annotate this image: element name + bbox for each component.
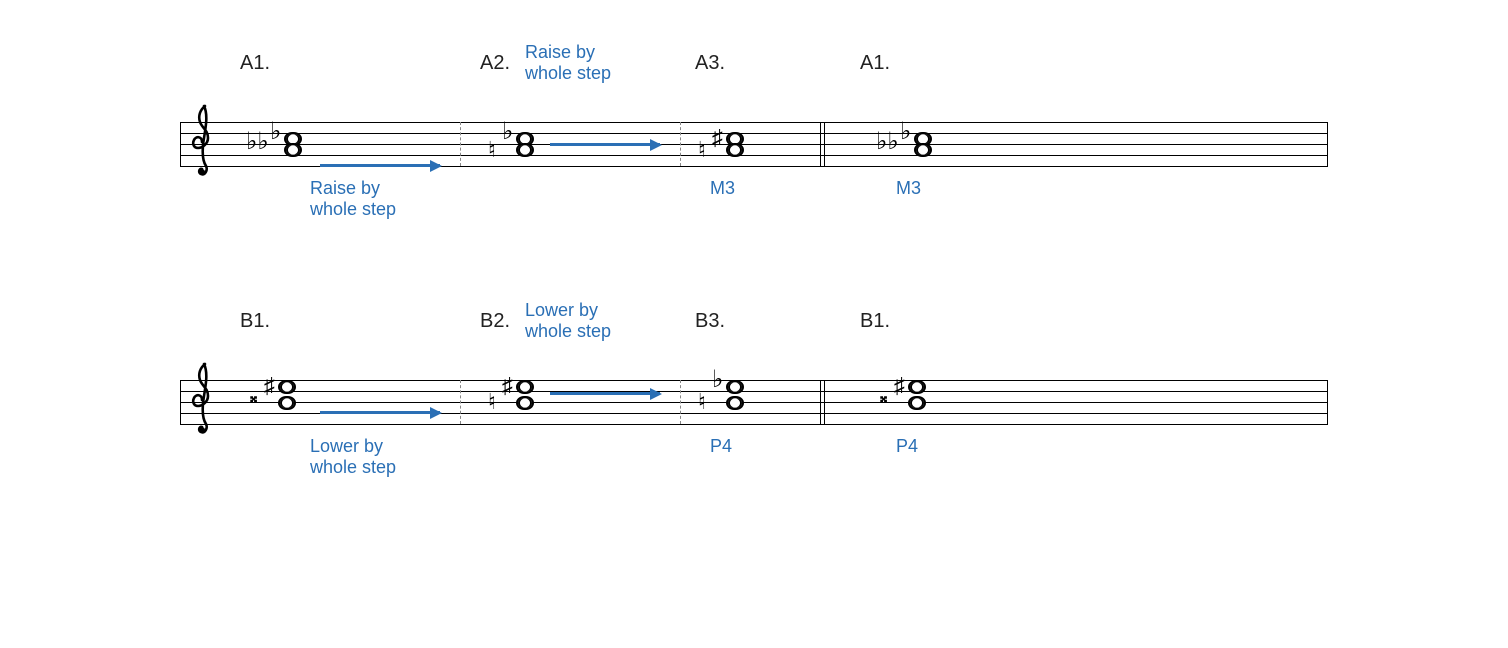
whole-note-icon (726, 380, 744, 394)
whole-note-icon (726, 396, 744, 410)
barline (180, 380, 181, 424)
whole-note-icon (278, 380, 296, 394)
arrow-icon (550, 143, 660, 146)
whole-note-icon (516, 380, 534, 394)
barline-double (820, 380, 821, 424)
instruction-a-top: Raise by whole step (525, 42, 611, 83)
arrow-icon (320, 411, 440, 414)
whole-note-icon (516, 396, 534, 410)
whole-note-icon (908, 380, 926, 394)
step-label-a1b: A1. (860, 52, 890, 75)
barline-double (820, 122, 821, 166)
whole-note-icon (914, 143, 932, 157)
barline-end (1327, 122, 1328, 166)
instruction-a-bottom: Raise by whole step (310, 178, 396, 219)
labels-row-a: A1. A2. Raise by whole step A3. A1. (180, 30, 1328, 90)
treble-clef-icon (188, 362, 222, 445)
barline-dashed (680, 122, 682, 166)
barline-dashed (680, 380, 682, 424)
whole-note-icon (726, 143, 744, 157)
barline-end (1327, 380, 1328, 424)
arrow-icon (320, 164, 440, 167)
staff-lines-a (180, 122, 1328, 166)
whole-note-icon (278, 396, 296, 410)
example-b: B1. B2. Lower by whole step B3. B1. 𝄪 ♯ (180, 288, 1328, 466)
staff-lines-b (180, 380, 1328, 424)
interval-label-a1r: M3 (896, 178, 921, 199)
step-label-b2: B2. (480, 310, 510, 333)
interval-label-b1r: P4 (896, 436, 918, 457)
interval-label-b3: P4 (710, 436, 732, 457)
step-label-a2: A2. (480, 52, 510, 75)
barline-dashed (460, 122, 462, 166)
step-label-b1b: B1. (860, 310, 890, 333)
whole-note-icon (516, 143, 534, 157)
step-label-b1: B1. (240, 310, 270, 333)
barline-dashed (460, 380, 462, 424)
interval-label-a3: M3 (710, 178, 735, 199)
staff-a: ♭♭ ♭ Raise by whole step ♮ ♭ ♮ ♯ M3 ♭ (180, 98, 1328, 208)
barline (180, 122, 181, 166)
step-label-a3: A3. (695, 52, 725, 75)
treble-clef-icon (188, 104, 222, 187)
step-label-b3: B3. (695, 310, 725, 333)
example-a: A1. A2. Raise by whole step A3. A1. ♭♭ ♭ (180, 30, 1328, 208)
staff-b: 𝄪 ♯ Lower by whole step ♮ ♯ ♮ ♭ P4 𝄪 ♯ (180, 356, 1328, 466)
whole-note-icon (284, 143, 302, 157)
labels-row-b: B1. B2. Lower by whole step B3. B1. (180, 288, 1328, 348)
whole-note-icon (908, 396, 926, 410)
arrow-icon (550, 392, 660, 395)
instruction-b-bottom: Lower by whole step (310, 436, 396, 477)
step-label-a1: A1. (240, 52, 270, 75)
instruction-b-top: Lower by whole step (525, 300, 611, 341)
